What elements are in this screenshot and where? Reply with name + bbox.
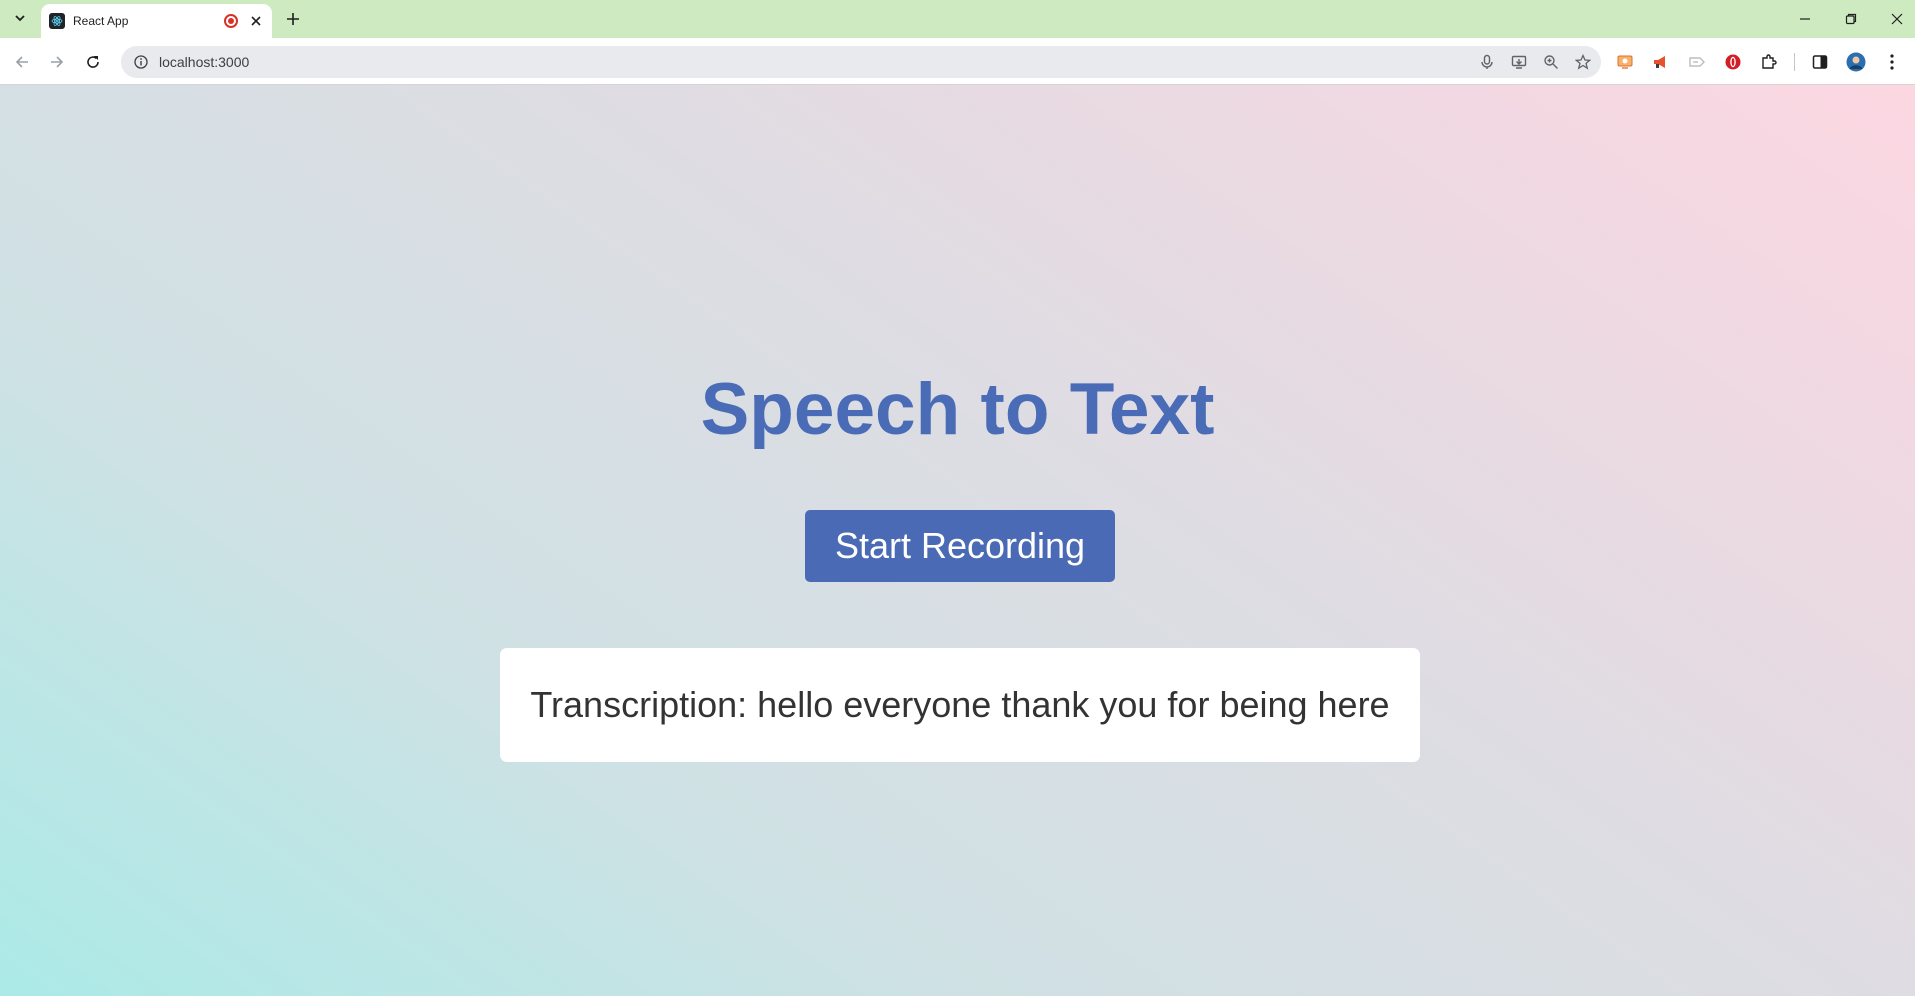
side-panel-icon[interactable] xyxy=(1809,51,1831,73)
extensions-area xyxy=(1614,38,1903,85)
react-favicon-icon xyxy=(49,13,65,29)
minimize-button[interactable] xyxy=(1782,0,1828,38)
restore-button[interactable] xyxy=(1828,0,1874,38)
recording-indicator-icon xyxy=(224,14,238,28)
new-tab-button[interactable] xyxy=(281,7,305,31)
tab-strip: React App xyxy=(0,0,1915,38)
toolbar-divider xyxy=(1794,52,1795,71)
browser-window: React App localhost:3000 Speech to Text … xyxy=(0,0,1915,996)
page-viewport: Speech to Text Start Recording Transcrip… xyxy=(0,85,1915,996)
tab-search-button[interactable] xyxy=(8,6,32,30)
forward-button[interactable] xyxy=(43,48,71,76)
tab-title: React App xyxy=(73,14,129,28)
close-window-button[interactable] xyxy=(1874,0,1915,38)
extension-opera-icon[interactable] xyxy=(1722,51,1744,73)
start-recording-button[interactable]: Start Recording xyxy=(805,510,1115,582)
zoom-icon[interactable] xyxy=(1541,52,1561,72)
address-bar[interactable]: localhost:3000 xyxy=(121,46,1601,78)
site-info-icon[interactable] xyxy=(133,54,149,70)
kebab-menu-icon[interactable] xyxy=(1881,51,1903,73)
arrow-right-icon xyxy=(51,56,64,68)
arrow-left-icon xyxy=(15,56,28,68)
page-title: Speech to Text xyxy=(700,369,1215,450)
omnibox-actions xyxy=(1477,46,1593,78)
extension-megaphone-icon[interactable] xyxy=(1650,51,1672,73)
reload-button[interactable] xyxy=(79,48,107,76)
close-icon xyxy=(1891,13,1903,25)
extensions-puzzle-icon[interactable] xyxy=(1758,51,1780,73)
extension-monitor-icon[interactable] xyxy=(1614,51,1636,73)
transcription-box: Transcription: hello everyone thank you … xyxy=(500,648,1420,762)
url-text[interactable]: localhost:3000 xyxy=(159,54,249,70)
profile-avatar[interactable] xyxy=(1845,51,1867,73)
extension-tag-icon[interactable] xyxy=(1686,51,1708,73)
browser-toolbar: localhost:3000 xyxy=(0,38,1915,85)
bookmark-star-icon[interactable] xyxy=(1573,52,1593,72)
tab-close-button[interactable] xyxy=(248,13,264,29)
back-button[interactable] xyxy=(8,48,36,76)
microphone-icon[interactable] xyxy=(1477,52,1497,72)
restore-icon xyxy=(1845,13,1857,25)
close-icon xyxy=(251,16,261,26)
plus-icon xyxy=(287,13,299,25)
tab-react-app[interactable]: React App xyxy=(41,4,272,38)
transcription-text: hello everyone thank you for being here xyxy=(757,684,1390,725)
transcription-label: Transcription: xyxy=(530,684,748,725)
install-app-icon[interactable] xyxy=(1509,52,1529,72)
chevron-down-icon xyxy=(15,15,25,22)
minimize-icon xyxy=(1800,18,1810,20)
reload-icon xyxy=(87,56,99,68)
